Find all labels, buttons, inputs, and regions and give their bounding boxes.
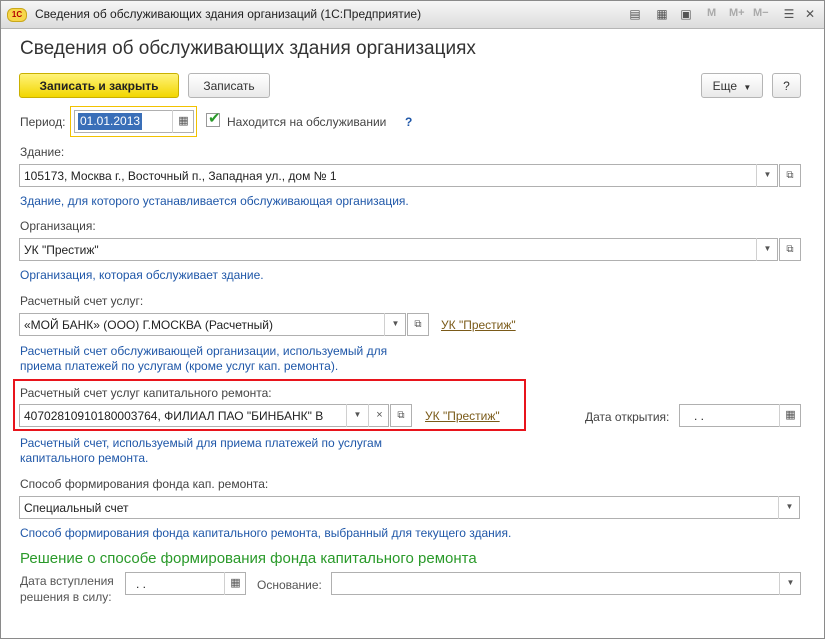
open-organization-icon[interactable]: ⧉: [779, 238, 801, 261]
table-icon[interactable]: ▦: [654, 6, 670, 22]
checkmark-icon: ✔: [208, 110, 221, 127]
chevron-down-icon: ▼: [743, 83, 752, 92]
effective-date-label-line2: решения в силу:: [20, 590, 112, 604]
period-value: 01.01.2013: [80, 114, 141, 128]
open-account-icon[interactable]: ⧉: [407, 313, 429, 336]
serviced-checkbox[interactable]: ✔: [206, 110, 221, 127]
account-label: Расчетный счет услуг:: [20, 294, 144, 308]
calendar-icon[interactable]: ▣: [678, 6, 694, 22]
effective-date-label-line1: Дата вступления: [20, 574, 114, 588]
dropdown-arrow-icon[interactable]: ▼: [778, 496, 800, 519]
dropdown-arrow-icon[interactable]: ▼: [779, 572, 801, 595]
dropdown-arrow-icon[interactable]: ▼: [384, 313, 406, 336]
capital-account-hint-line1: Расчетный счет, используемый для приема …: [20, 436, 382, 450]
memory-plus-button[interactable]: M+: [729, 7, 745, 19]
effective-date-value: . .: [136, 577, 147, 591]
fund-method-hint: Способ формирования фонда капитального р…: [20, 526, 512, 540]
organization-value: УК "Престиж": [24, 243, 99, 257]
menu-icon[interactable]: ☰: [781, 6, 797, 22]
open-date-input[interactable]: . . ▦: [679, 404, 801, 427]
form-window: 1С Сведения об обслуживающих здания орга…: [0, 0, 825, 639]
period-input[interactable]: 01.01.2013 ▦: [74, 110, 194, 133]
account-value: «МОЙ БАНК» (ООО) Г.МОСКВА (Расчетный): [24, 318, 273, 332]
print-icon[interactable]: ▤: [627, 6, 643, 22]
memory-minus-button[interactable]: M−: [753, 7, 769, 19]
fund-method-value: Специальный счет: [24, 501, 129, 515]
page-title: Сведения об обслуживающих здания организ…: [20, 38, 476, 59]
calendar-icon[interactable]: ▦: [224, 572, 246, 595]
account-input[interactable]: «МОЙ БАНК» (ООО) Г.МОСКВА (Расчетный) ▼: [19, 313, 406, 336]
more-button[interactable]: Еще ▼: [701, 73, 763, 98]
capital-account-input[interactable]: 40702810910180003764, ФИЛИАЛ ПАО "БИНБАН…: [19, 404, 389, 427]
basis-label: Основание:: [257, 578, 322, 592]
window-title: Сведения об обслуживающих здания организ…: [35, 7, 422, 21]
decision-section-title: Решение о способе формирования фонда кап…: [20, 550, 477, 567]
building-label: Здание:: [20, 145, 65, 159]
open-capital-account-icon[interactable]: ⧉: [390, 404, 412, 427]
calendar-icon[interactable]: ▦: [172, 110, 194, 133]
effective-date-input[interactable]: . . ▦: [125, 572, 246, 595]
more-button-label: Еще: [712, 79, 738, 93]
dropdown-arrow-icon[interactable]: ▼: [346, 404, 368, 427]
building-hint: Здание, для которого устанавливается обс…: [20, 194, 409, 208]
title-bar: 1С Сведения об обслуживающих здания орга…: [1, 1, 824, 29]
open-date-label: Дата открытия:: [585, 410, 670, 424]
account-owner-link[interactable]: УК "Престиж": [441, 318, 516, 332]
capital-account-value: 40702810910180003764, ФИЛИАЛ ПАО "БИНБАН…: [24, 409, 324, 423]
capital-account-hint-line2: капитального ремонта.: [20, 451, 149, 465]
capital-account-owner-link[interactable]: УК "Престиж": [425, 409, 500, 423]
open-date-value: . .: [694, 409, 705, 423]
account-hint-line1: Расчетный счет обслуживающей организации…: [20, 344, 388, 358]
organization-input[interactable]: УК "Престиж" ▼: [19, 238, 778, 261]
building-value: 105173, Москва г., Восточный п., Западна…: [24, 169, 337, 183]
help-button[interactable]: ?: [772, 73, 801, 98]
serviced-help-link[interactable]: ?: [405, 115, 412, 129]
app-logo-icon: 1С: [7, 8, 27, 22]
building-input[interactable]: 105173, Москва г., Восточный п., Западна…: [19, 164, 778, 187]
capital-account-label: Расчетный счет услуг капитального ремонт…: [20, 386, 272, 400]
serviced-label: Находится на обслуживании: [227, 115, 387, 129]
period-selection: 01.01.2013: [78, 113, 143, 130]
clear-icon[interactable]: ×: [368, 404, 390, 427]
calendar-icon[interactable]: ▦: [779, 404, 801, 427]
fund-method-label: Способ формирования фонда кап. ремонта:: [20, 477, 269, 491]
memory-m-button[interactable]: M: [707, 7, 716, 19]
dropdown-arrow-icon[interactable]: ▼: [756, 238, 778, 261]
save-and-close-button[interactable]: Записать и закрыть: [19, 73, 179, 98]
basis-select[interactable]: ▼: [331, 572, 801, 595]
dropdown-arrow-icon[interactable]: ▼: [756, 164, 778, 187]
close-icon[interactable]: ✕: [802, 6, 818, 22]
fund-method-select[interactable]: Специальный счет ▼: [19, 496, 800, 519]
open-building-icon[interactable]: ⧉: [779, 164, 801, 187]
period-label: Период:: [20, 115, 66, 129]
organization-hint: Организация, которая обслуживает здание.: [20, 268, 264, 282]
account-hint-line2: приема платежей по услугам (кроме услуг …: [20, 359, 339, 373]
organization-label: Организация:: [20, 219, 96, 233]
save-button[interactable]: Записать: [188, 73, 270, 98]
